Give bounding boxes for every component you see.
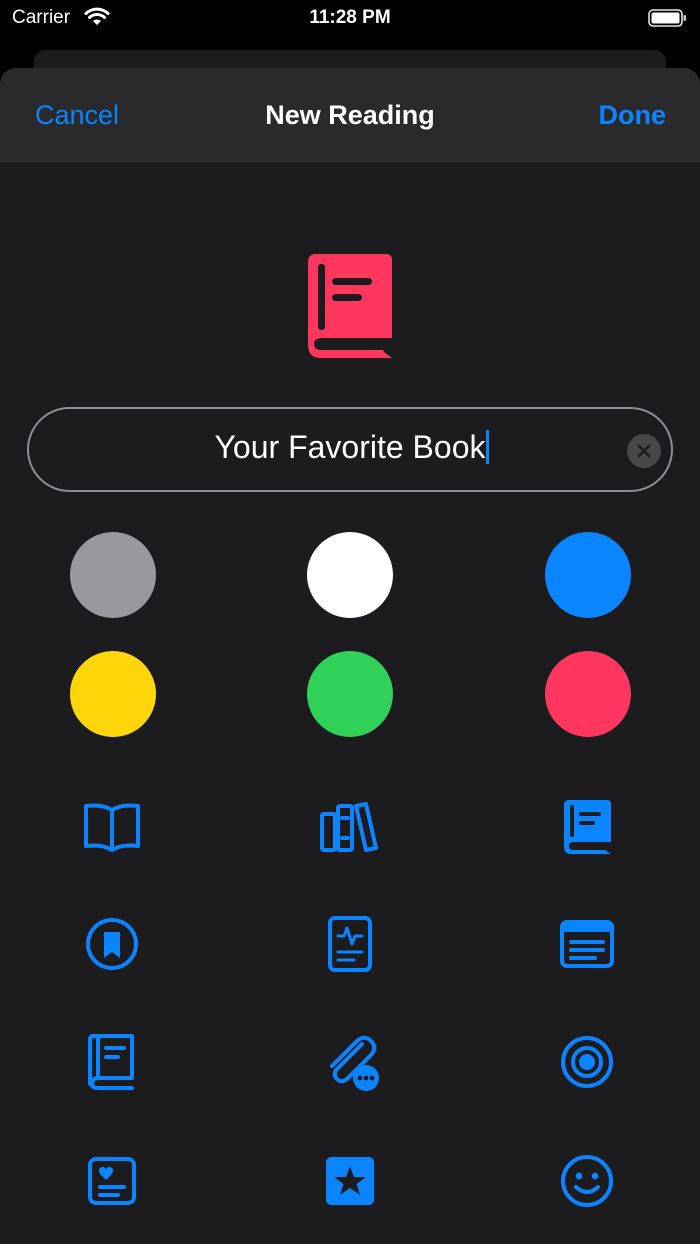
star-square-icon[interactable]: [312, 1143, 388, 1219]
xmark-icon: [637, 444, 651, 458]
color-swatch-green[interactable]: [307, 651, 393, 737]
clock: 11:28 PM: [309, 7, 391, 28]
waveform-doc-icon[interactable]: [312, 906, 388, 982]
battery-icon: [648, 8, 688, 33]
text-cursor: [486, 430, 490, 464]
newspaper-icon[interactable]: [549, 906, 625, 982]
status-bar: Carrier 11:28 PM: [0, 0, 700, 40]
clear-text-button[interactable]: [627, 434, 661, 468]
color-swatch-white[interactable]: [307, 532, 393, 618]
reading-name-text[interactable]: Your Favorite Book: [29, 429, 675, 466]
heart-text-doc-icon[interactable]: [74, 1143, 150, 1219]
color-swatch-red[interactable]: [545, 651, 631, 737]
book-open-icon[interactable]: [74, 788, 150, 864]
books-vertical-icon[interactable]: [312, 788, 388, 864]
navigation-bar: Cancel New Reading Done: [0, 68, 700, 162]
bookmark-circle-icon[interactable]: [74, 906, 150, 982]
reading-name-value: Your Favorite Book: [214, 429, 486, 465]
done-button[interactable]: Done: [599, 100, 667, 131]
new-reading-sheet: Cancel New Reading Done Your Favorite Bo…: [0, 68, 700, 1244]
color-swatch-yellow[interactable]: [70, 651, 156, 737]
smiley-icon[interactable]: [549, 1143, 625, 1219]
paperclip-more-icon[interactable]: [312, 1024, 388, 1100]
book-closed-icon: [302, 252, 398, 360]
book-closed-outline-icon[interactable]: [74, 1024, 150, 1100]
book-closed-icon[interactable]: [549, 788, 625, 864]
page-title: New Reading: [265, 100, 435, 130]
reading-name-field[interactable]: Your Favorite Book: [27, 407, 673, 492]
color-swatch-gray[interactable]: [70, 532, 156, 618]
target-icon[interactable]: [549, 1024, 625, 1100]
color-swatch-blue[interactable]: [545, 532, 631, 618]
